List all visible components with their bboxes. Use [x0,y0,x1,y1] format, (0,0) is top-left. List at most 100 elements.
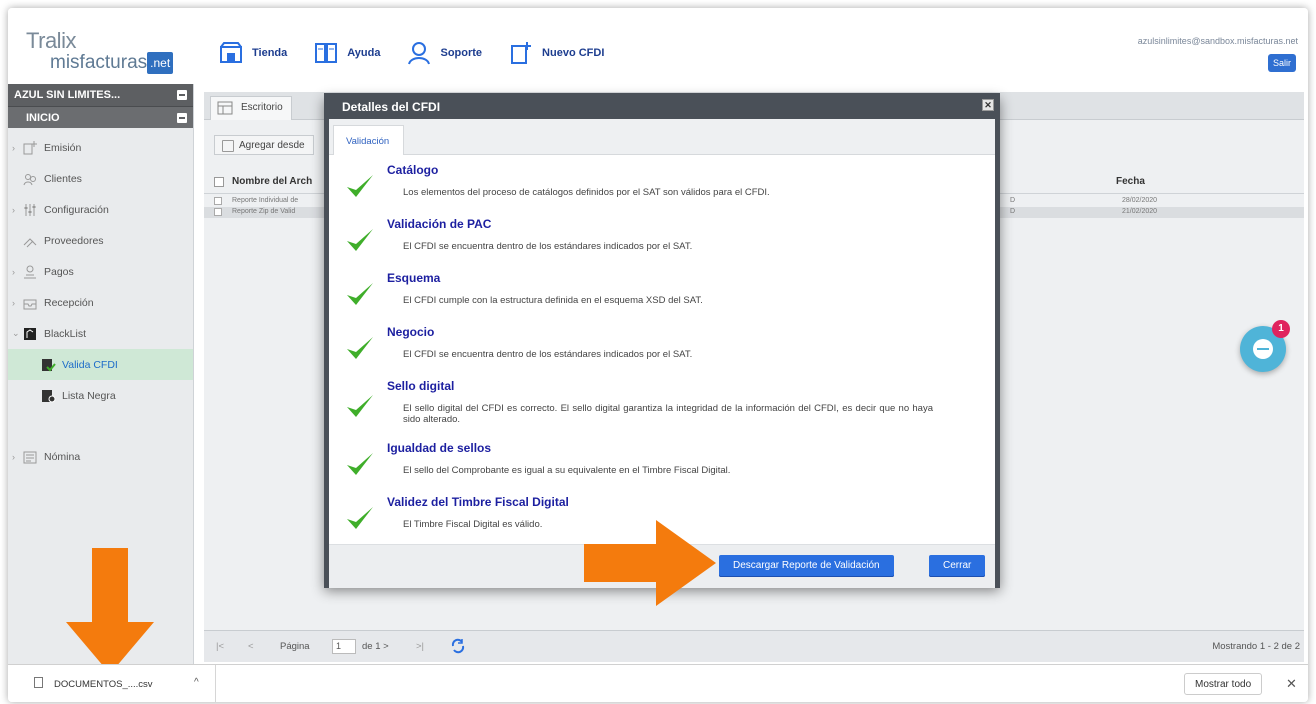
nav-nuevo-cfdi-label: Nuevo CFDI [542,47,605,59]
nav-tienda-label: Tienda [252,47,288,59]
sidebar-item-proveedores[interactable]: Proveedores [8,225,193,256]
page-label: Página [280,641,310,652]
page-number-input[interactable]: 1 [332,639,356,654]
tab-label: Escritorio [241,102,283,113]
clients-icon [23,173,36,185]
validation-item: Igualdad de sellos El sello del Comproba… [329,438,995,492]
first-page-button[interactable]: |< [216,641,224,652]
sidebar-item-recepcion[interactable]: › Recepción [8,287,193,318]
sidebar-item-label: BlackList [44,327,87,340]
checkmark-icon [347,175,373,197]
sidebar-item-blacklist[interactable]: ⌄ BlackList [8,318,193,349]
sidebar-section[interactable]: INICIO [8,106,193,128]
logo-badge: .net [147,52,174,74]
downloads-bar: DOCUMENTOS_....csv ^ Mostrar todo ✕ [8,664,1308,702]
refresh-icon[interactable] [450,638,466,654]
row-date: 28/02/2020 [1122,197,1158,204]
download-item[interactable]: DOCUMENTOS_....csv ^ [8,665,216,702]
page-of-label: de 1 > [362,641,389,652]
show-all-button[interactable]: Mostrar todo [1184,673,1263,695]
chevron-right-icon: › [12,451,15,462]
logo-text: misfacturas [50,52,148,74]
tab-validacion[interactable]: Validación [333,125,405,155]
checkmark-icon [347,283,373,305]
sidebar-item-label: Recepción [44,296,94,309]
settings-icon [24,203,36,216]
validation-desc: El sello digital del CFDI es correcto. E… [403,403,933,425]
select-all-checkbox[interactable] [214,177,224,187]
user-email: azulsinlimites@sandbox.misfacturas.net [1137,36,1298,46]
nav-ayuda-label: Ayuda [347,47,381,59]
prev-page-button[interactable]: < [248,641,254,652]
close-icon[interactable]: ✕ [1286,676,1297,692]
add-from-button[interactable]: Agregar desde [214,135,314,155]
payroll-icon [23,451,37,463]
support-icon [408,42,431,65]
row-col: D [1010,208,1016,215]
logo-misfacturas: misfacturas .net [50,52,196,74]
validation-title: Validez del Timbre Fiscal Digital [387,495,569,509]
sidebar-menu: › Emisión Clientes › Configuración Prove… [8,128,193,472]
close-icon[interactable]: ✕ [982,99,994,111]
sidebar-item-label: Proveedores [44,234,104,247]
sidebar-item-label: Valida CFDI [62,358,118,371]
validation-desc: Los elementos del proceso de catálogos d… [403,187,770,198]
arrow-down-annotation [66,548,154,674]
cfdi-details-dialog: Detalles del CFDI ✕ Validación Catálogo … [324,93,1000,588]
sidebar-item-emision[interactable]: › Emisión [8,132,193,163]
logout-button[interactable]: Salir [1267,54,1296,72]
validation-title: Catálogo [387,163,439,177]
sidebar-item-clientes[interactable]: Clientes [8,163,193,194]
last-page-button[interactable]: >| [416,641,424,652]
column-header-name[interactable]: Nombre del Arch [232,176,312,187]
company-name: AZUL SIN LIMITES... [14,89,121,101]
new-document-icon [511,42,532,64]
chat-button[interactable]: 1 [1240,320,1290,372]
nav-tienda[interactable]: Tienda [218,40,287,66]
top-header: Tralix misfacturas .net Tienda Ayuda Sopo… [8,8,1308,84]
download-report-button[interactable]: Descargar Reporte de Validación [719,555,894,577]
validation-desc: El CFDI cumple con la estructura definid… [403,295,703,306]
tab-escritorio[interactable]: Escritorio [210,96,292,120]
nav-nuevo-cfdi[interactable]: Nuevo CFDI [508,40,604,66]
collapse-section-icon[interactable] [177,113,187,123]
sidebar-item-lista-negra[interactable]: Lista Negra [8,380,193,411]
app-window: Tralix misfacturas .net Tienda Ayuda Sopo… [8,8,1308,702]
validation-title: Sello digital [387,379,455,393]
sidebar-item-configuracion[interactable]: › Configuración [8,194,193,225]
row-checkbox[interactable] [214,208,222,216]
payments-icon [24,265,36,278]
sidebar-item-valida-cfdi[interactable]: Valida CFDI [8,349,193,380]
logo[interactable]: Tralix misfacturas .net [26,30,196,74]
validation-item: Negocio El CFDI se encuentra dentro de l… [329,322,995,376]
row-name: Reporte Individual de [232,197,299,204]
logo-tralix: Tralix [26,28,76,53]
sidebar-item-pagos[interactable]: › Pagos [8,256,193,287]
close-dialog-button[interactable]: Cerrar [929,555,986,577]
book-icon [315,43,338,63]
validation-desc: El CFDI se encuentra dentro de los están… [403,349,693,360]
nav-soporte[interactable]: Soporte [406,40,482,66]
validation-desc: El CFDI se encuentra dentro de los están… [403,241,693,252]
validation-item: Catálogo Los elementos del proceso de ca… [329,160,995,214]
sidebar-item-label: Clientes [44,172,82,185]
sidebar-item-label: Lista Negra [62,389,116,402]
suppliers-icon [23,237,37,247]
column-header-date[interactable]: Fecha [1116,176,1145,187]
sidebar-company[interactable]: AZUL SIN LIMITES... [8,84,193,106]
sidebar-item-nomina[interactable]: › Nómina [8,441,193,472]
nav-ayuda[interactable]: Ayuda [313,40,380,66]
row-name: Reporte Zip de Valid [232,208,296,215]
checkmark-icon [347,395,373,417]
dialog-title-bar: Detalles del CFDI ✕ [324,93,1000,119]
collapse-icon[interactable] [177,90,187,100]
chevron-right-icon: › [12,266,15,277]
validation-item: Validación de PAC El CFDI se encuentra d… [329,214,995,268]
chevron-right-icon: › [12,142,15,153]
chevron-up-icon[interactable]: ^ [194,677,199,688]
checkmark-icon [347,229,373,251]
row-checkbox[interactable] [214,197,222,205]
row-date: 21/02/2020 [1122,208,1158,215]
sidebar-item-label: Pagos [44,265,74,278]
validation-title: Negocio [387,325,435,339]
